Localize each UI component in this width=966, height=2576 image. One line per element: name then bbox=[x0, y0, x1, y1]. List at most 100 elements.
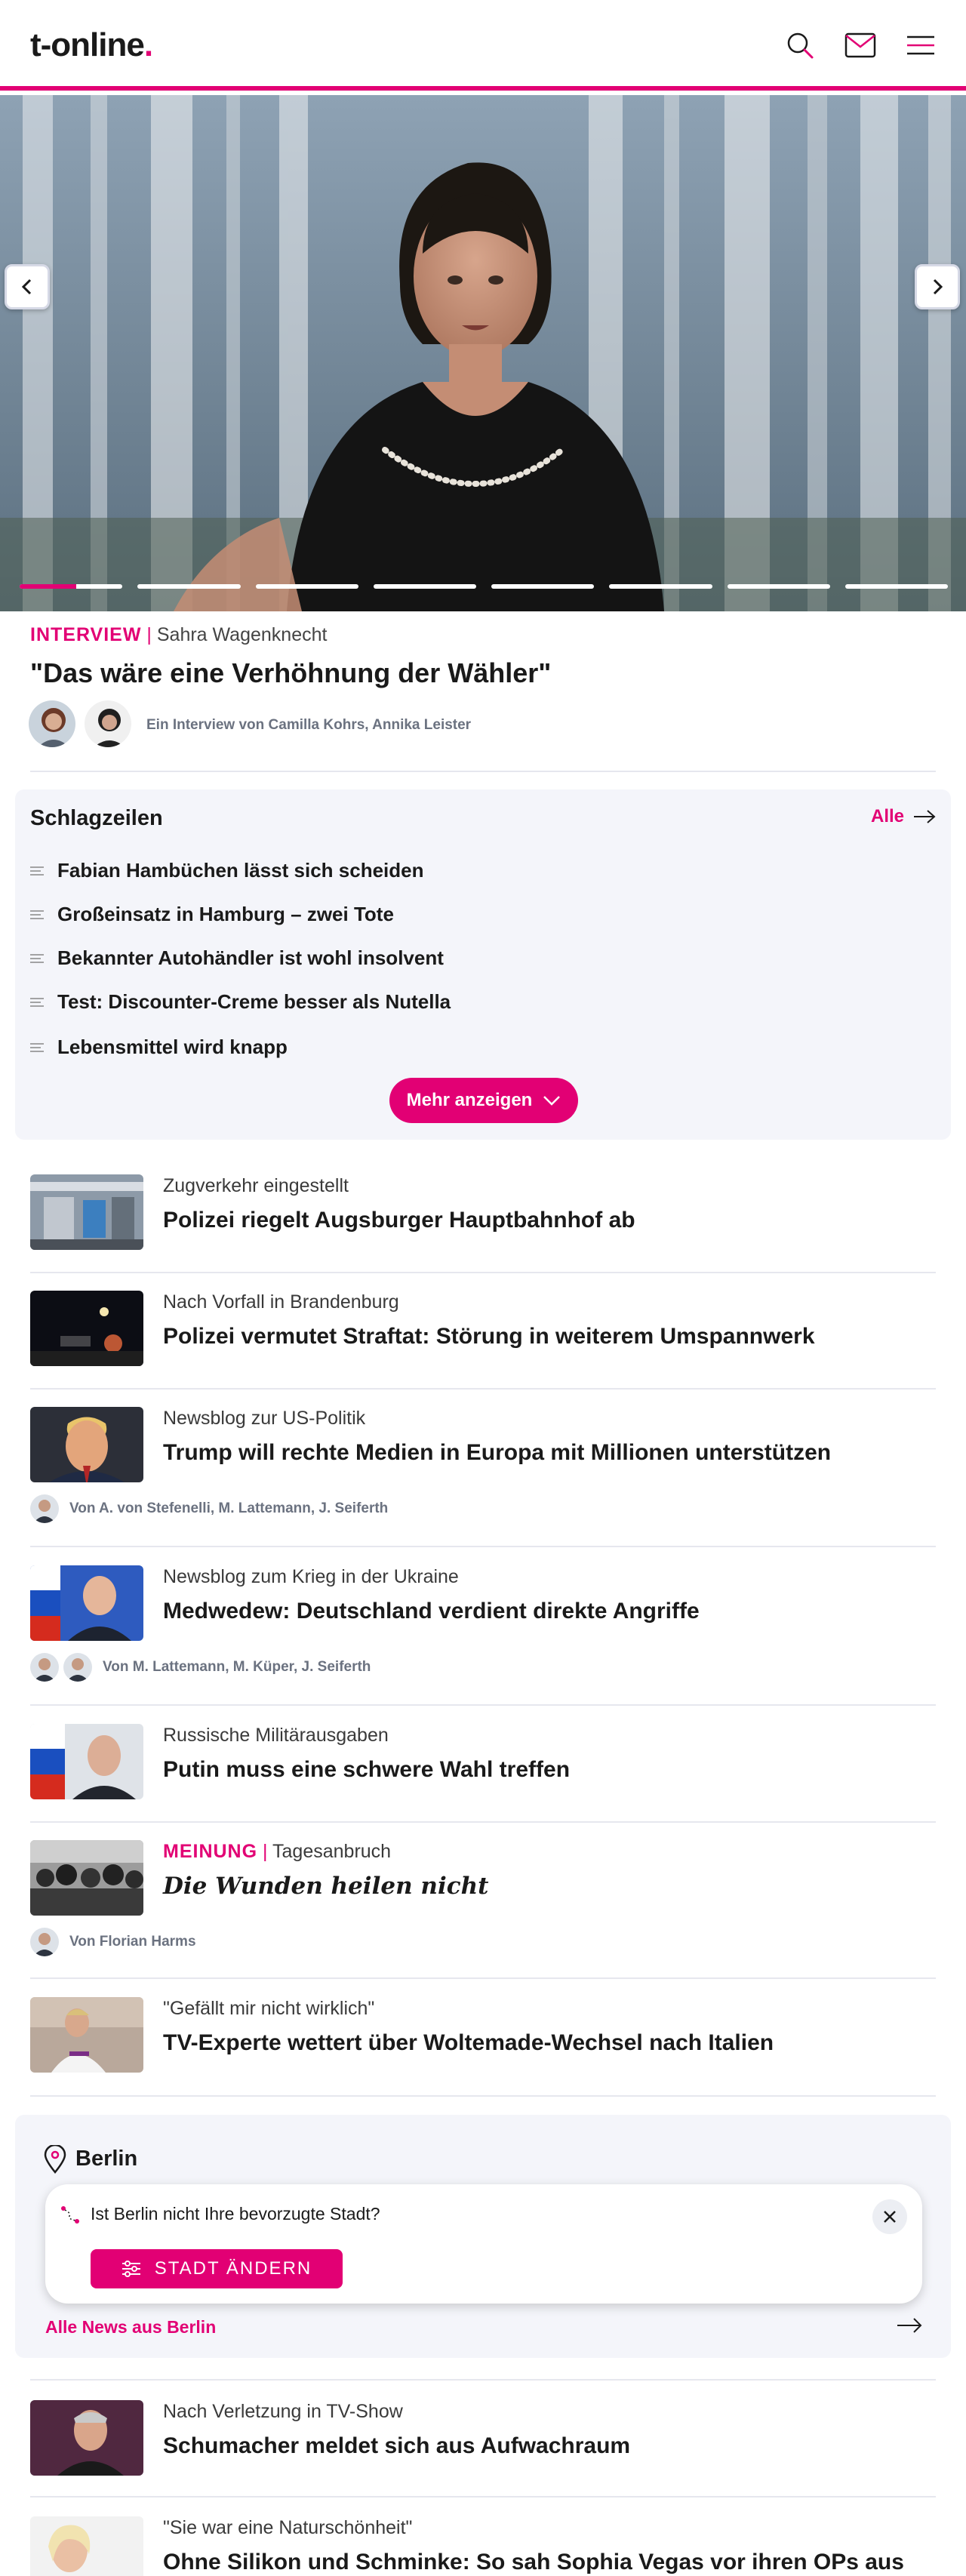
headline-item[interactable]: Großeinsatz in Hamburg – zwei Tote bbox=[30, 903, 394, 926]
search-icon[interactable] bbox=[780, 26, 820, 65]
slide-indicator[interactable] bbox=[491, 584, 595, 589]
city-title: Berlin bbox=[75, 2147, 138, 2171]
lead-kicker: INTERVIEW | Sahra Wagenknecht bbox=[30, 624, 328, 645]
chevron-down-icon bbox=[543, 1096, 561, 1106]
headline-text: Bekannter Autohändler ist wohl insolvent bbox=[57, 946, 444, 969]
city-change-popup: Ist Berlin nicht Ihre bevorzugte Stadt? … bbox=[45, 2184, 922, 2304]
location-pin-icon bbox=[44, 2145, 66, 2174]
headline-item[interactable]: Bekannter Autohändler ist wohl insolvent bbox=[30, 946, 444, 970]
headline-item[interactable]: Fabian Hambüchen lässt sich scheiden bbox=[30, 859, 423, 882]
article-byline: Von M. Lattemann, M. Küper, J. Seiferth bbox=[103, 1659, 371, 1675]
headline-text: Test: Discounter-Creme besser als Nutell… bbox=[57, 990, 451, 1013]
article-thumbnail[interactable] bbox=[30, 1174, 143, 1250]
article-teaser[interactable]: Nach Vorfall in Brandenburg Polizei vermu… bbox=[30, 1291, 936, 1411]
headlines-title: Schlagzeilen bbox=[30, 806, 163, 830]
text-lines-icon bbox=[30, 953, 44, 963]
article-teaser[interactable]: Russische Militärausgaben Putin muss eine… bbox=[30, 1724, 936, 1845]
slide-indicator[interactable] bbox=[844, 584, 948, 589]
article-teaser[interactable]: MEINUNG | Tagesanbruch Die Wunden heilen … bbox=[30, 1840, 936, 1961]
slide-indicator[interactable] bbox=[373, 584, 476, 589]
divider bbox=[30, 2095, 936, 2097]
article-kicker: Zugverkehr eingestellt bbox=[163, 1175, 349, 1196]
article-thumbnail[interactable] bbox=[30, 1724, 143, 1799]
text-lines-icon bbox=[30, 1042, 44, 1052]
divider bbox=[30, 771, 936, 772]
slide-indicators[interactable] bbox=[20, 584, 948, 590]
headline-item[interactable]: Test: Discounter-Creme besser als Nutell… bbox=[30, 990, 451, 1014]
logo[interactable]: t-online. bbox=[30, 26, 153, 65]
article-thumbnail[interactable] bbox=[30, 1997, 143, 2073]
headline-text: Großeinsatz in Hamburg – zwei Tote bbox=[57, 903, 394, 925]
article-headline[interactable]: Medwedew: Deutschland verdient direkte A… bbox=[163, 1597, 700, 1626]
article-byline: Von Florian Harms bbox=[69, 1934, 196, 1950]
article-teaser[interactable]: "Sie war eine Naturschönheit" Ohne Siliko… bbox=[30, 2516, 936, 2576]
slide-indicator[interactable] bbox=[609, 584, 712, 589]
article-thumbnail[interactable] bbox=[30, 2400, 143, 2476]
arrow-right-icon bbox=[914, 810, 936, 823]
article-headline[interactable]: TV-Experte wettert über Woltemade-Wechse… bbox=[163, 2029, 774, 2057]
lead-headline[interactable]: "Das wäre eine Verhöhnung der Wähler" bbox=[30, 657, 551, 690]
arrow-right-icon bbox=[897, 2318, 922, 2333]
hero-image[interactable] bbox=[0, 95, 966, 611]
article-thumbnail[interactable] bbox=[30, 2516, 143, 2576]
city-news-link[interactable]: Alle News aus Berlin bbox=[45, 2317, 216, 2337]
divider bbox=[30, 1821, 936, 1823]
author-avatar bbox=[83, 699, 133, 749]
article-headline[interactable]: Polizei vermutet Straftat: Störung in we… bbox=[163, 1322, 815, 1351]
article-kicker: Newsblog zur US-Politik bbox=[163, 1408, 366, 1429]
headlines-all-link[interactable]: Alle bbox=[871, 806, 936, 827]
author-avatar bbox=[63, 1653, 92, 1682]
lead-article[interactable]: INTERVIEW | Sahra Wagenknecht "Das wäre … bbox=[15, 611, 951, 770]
divider bbox=[30, 1272, 936, 1273]
article-kicker: "Sie war eine Naturschönheit" bbox=[163, 2517, 413, 2538]
article-headline[interactable]: Putin muss eine schwere Wahl treffen bbox=[163, 1756, 570, 1784]
headline-text: Lebensmittel wird knapp bbox=[57, 1036, 288, 1058]
divider bbox=[30, 1977, 936, 1979]
article-headline[interactable]: Polizei riegelt Augsburger Hauptbahnhof … bbox=[163, 1206, 635, 1235]
slide-indicator[interactable] bbox=[727, 584, 830, 589]
divider bbox=[30, 2379, 936, 2381]
article-thumbnail[interactable] bbox=[30, 1291, 143, 1366]
article-kicker: "Gefällt mir nicht wirklich" bbox=[163, 1998, 375, 2019]
hero-next-button[interactable] bbox=[915, 264, 960, 309]
article-thumbnail[interactable] bbox=[30, 1407, 143, 1482]
close-popup-button[interactable] bbox=[872, 2199, 907, 2234]
article-teaser[interactable]: Zugverkehr eingestellt Polizei riegelt Au… bbox=[30, 1174, 936, 1295]
city-box: Berlin Ist Berlin nicht Ihre bevorzugte … bbox=[15, 2115, 951, 2358]
menu-icon[interactable] bbox=[901, 26, 940, 65]
headline-text: Fabian Hambüchen lässt sich scheiden bbox=[57, 859, 424, 882]
more-headlines-button[interactable]: Mehr anzeigen bbox=[389, 1078, 578, 1123]
divider bbox=[30, 1388, 936, 1390]
article-headline[interactable]: Schumacher meldet sich aus Aufwachraum bbox=[163, 2432, 630, 2461]
headlines-box: Schlagzeilen Alle Fabian Hambüchen lässt… bbox=[15, 789, 951, 1140]
article-thumbnail[interactable] bbox=[30, 1840, 143, 1916]
text-lines-icon bbox=[30, 909, 44, 919]
author-avatar bbox=[30, 1653, 59, 1682]
article-teaser[interactable]: Newsblog zum Krieg in der Ukraine Medwede… bbox=[30, 1565, 936, 1686]
change-city-button[interactable]: STADT ÄNDERN bbox=[91, 2249, 343, 2288]
text-lines-icon bbox=[30, 866, 44, 876]
headline-item[interactable]: Lebensmittel wird knapp bbox=[30, 1036, 288, 1059]
article-kicker: Russische Militärausgaben bbox=[163, 1725, 389, 1746]
divider bbox=[30, 2496, 936, 2498]
slide-indicator[interactable] bbox=[255, 584, 358, 589]
article-headline[interactable]: Trump will rechte Medien in Europa mit M… bbox=[163, 1439, 831, 1467]
article-headline[interactable]: Ohne Silikon und Schminke: So sah Sophia… bbox=[163, 2548, 904, 2576]
article-teaser[interactable]: Nach Verletzung in TV-Show Schumacher mel… bbox=[30, 2400, 936, 2498]
article-thumbnail[interactable] bbox=[30, 1565, 143, 1641]
divider bbox=[30, 1546, 936, 1547]
hero-prev-button[interactable] bbox=[5, 264, 50, 309]
mail-icon[interactable] bbox=[841, 26, 880, 65]
article-kicker: Nach Verletzung in TV-Show bbox=[163, 2401, 403, 2422]
lead-byline: Ein Interview von Camilla Kohrs, Annika … bbox=[146, 717, 472, 733]
article-kicker: Nach Vorfall in Brandenburg bbox=[163, 1291, 399, 1313]
article-teaser[interactable]: Newsblog zur US-Politik Trump will rechte… bbox=[30, 1407, 936, 1528]
site-header: t-online. bbox=[0, 0, 966, 91]
slide-indicator[interactable] bbox=[20, 584, 123, 589]
slide-progress bbox=[20, 584, 76, 589]
article-teaser[interactable]: "Gefällt mir nicht wirklich" TV-Experte w… bbox=[30, 1997, 936, 2118]
city-prompt: Ist Berlin nicht Ihre bevorzugte Stadt? bbox=[91, 2204, 380, 2224]
sliders-icon bbox=[122, 2261, 140, 2277]
article-headline[interactable]: Die Wunden heilen nicht bbox=[163, 1872, 488, 1900]
slide-indicator[interactable] bbox=[137, 584, 241, 589]
